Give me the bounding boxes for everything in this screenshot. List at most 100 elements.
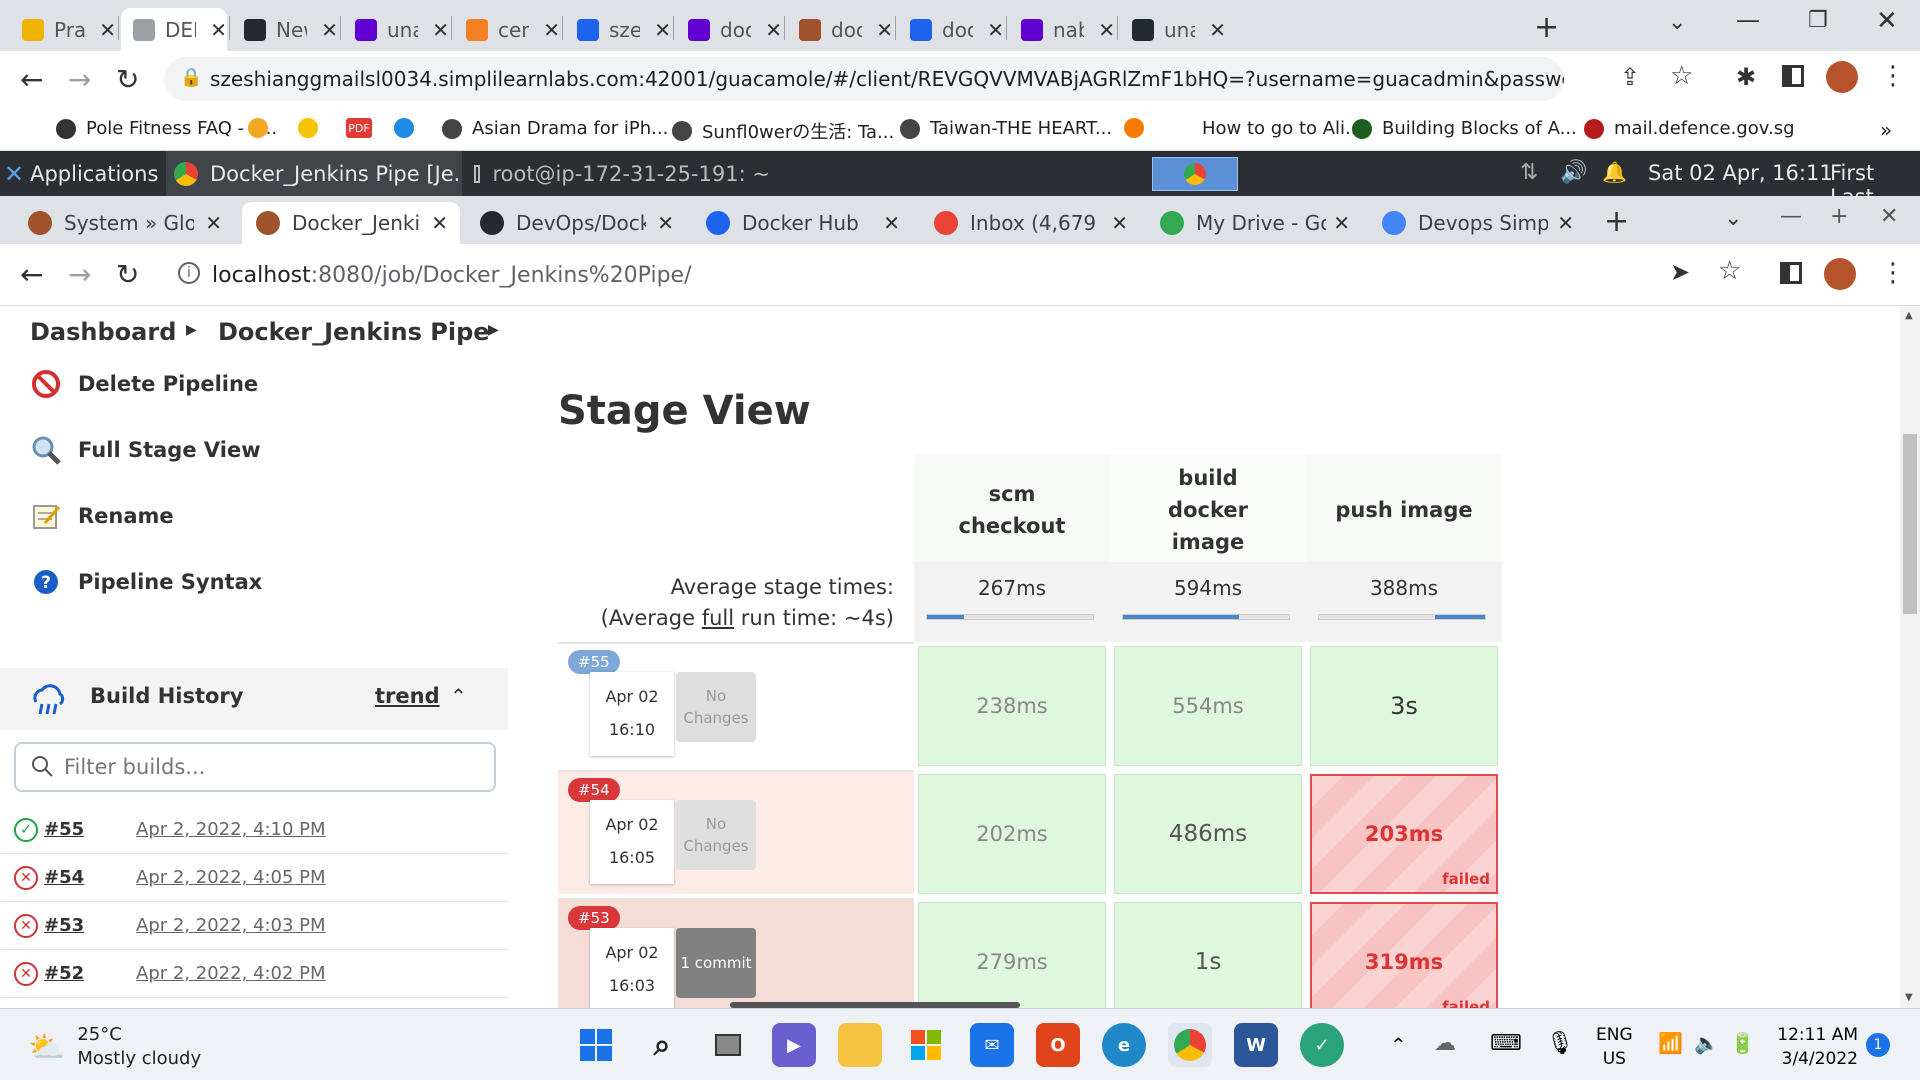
stage-cell[interactable]: 238ms bbox=[918, 646, 1106, 766]
store-icon[interactable] bbox=[904, 1023, 948, 1067]
inner-close-button[interactable]: ✕ bbox=[1880, 204, 1898, 229]
bookmark-item[interactable]: Asian Drama for iPh... bbox=[442, 118, 668, 139]
outer-tab[interactable]: dock ✕ bbox=[676, 8, 782, 51]
tab-close-icon[interactable]: ✕ bbox=[987, 18, 1004, 42]
trend-link[interactable]: trend bbox=[375, 684, 440, 708]
stage-cell[interactable]: 279ms bbox=[918, 902, 1106, 1008]
breadcrumb-job[interactable]: Docker_Jenkins Pipe bbox=[218, 318, 490, 346]
inner-tab[interactable]: My Drive - Gc ✕ bbox=[1146, 202, 1362, 244]
sidebar-item-delete-pipeline[interactable]: Delete Pipeline bbox=[30, 368, 258, 400]
inner-reload-icon[interactable]: ↻ bbox=[116, 258, 139, 291]
scroll-down-arrow[interactable]: ▼ bbox=[1905, 992, 1913, 1003]
language-indicator[interactable]: ENG US bbox=[1596, 1023, 1633, 1071]
outer-tab[interactable]: cento ✕ bbox=[454, 8, 560, 51]
tab-close-icon[interactable]: ✕ bbox=[210, 18, 227, 42]
inner-tab-search-icon[interactable]: ⌄ bbox=[1724, 206, 1742, 231]
bookmark-item[interactable] bbox=[1124, 118, 1154, 138]
stage-cell[interactable]: 3s bbox=[1310, 646, 1498, 766]
panel-window-jenkins[interactable]: Docker_Jenkins Pipe [Je... bbox=[166, 151, 462, 196]
bookmark-item[interactable]: Building Blocks of A... bbox=[1352, 118, 1577, 139]
bookmark-star-icon[interactable]: ☆ bbox=[1670, 61, 1693, 91]
run-row[interactable]: #55 Apr 02 16:10 No Changes bbox=[558, 642, 914, 766]
keyboard-icon[interactable]: ⌨ bbox=[1490, 1031, 1522, 1056]
bookmark-item[interactable] bbox=[298, 118, 328, 138]
page-scrollbar[interactable]: ▲ ▼ bbox=[1900, 306, 1920, 1008]
new-tab-button[interactable]: + bbox=[1534, 10, 1559, 45]
stage-cell[interactable]: 203ms failed bbox=[1310, 774, 1498, 894]
bookmarks-overflow-icon[interactable]: » bbox=[1880, 118, 1892, 142]
microphone-icon[interactable]: 🎙 bbox=[1546, 1031, 1574, 1056]
outer-tab[interactable]: DEFA ✕ bbox=[121, 8, 227, 51]
build-date-link[interactable]: Apr 2, 2022, 4:05 PM bbox=[136, 867, 326, 888]
bookmark-item[interactable]: Sunfl0werの生活: Ta... bbox=[672, 118, 894, 144]
sidebar-item-pipeline-syntax[interactable]: ? Pipeline Syntax bbox=[30, 566, 262, 598]
panel-window-terminal[interactable]: root@ip-172-31-25-191: ~ bbox=[470, 151, 770, 196]
tab-close-icon[interactable]: ✕ bbox=[876, 18, 893, 42]
tab-close-icon[interactable]: ✕ bbox=[431, 211, 448, 235]
inner-side-panel-icon[interactable] bbox=[1780, 262, 1802, 284]
tab-close-icon[interactable]: ✕ bbox=[1111, 211, 1128, 235]
chat-icon[interactable]: ▶ bbox=[772, 1023, 816, 1067]
panel-clock[interactable]: Sat 02 Apr, 16:11 bbox=[1648, 161, 1833, 185]
tab-close-icon[interactable]: ✕ bbox=[1098, 18, 1115, 42]
inner-maximize-button[interactable]: + bbox=[1830, 204, 1848, 229]
build-date-link[interactable]: Apr 2, 2022, 4:03 PM bbox=[136, 915, 326, 936]
restore-button[interactable]: ❐ bbox=[1808, 8, 1828, 33]
sidebar-item-full-stage-view[interactable]: Full Stage View bbox=[30, 434, 261, 466]
bookmark-item[interactable]: How to go to Ali... bbox=[1172, 118, 1362, 139]
bookmark-item[interactable]: Pole Fitness FAQ - L... bbox=[56, 118, 277, 139]
minimize-button[interactable]: — bbox=[1736, 6, 1760, 34]
stage-cell[interactable]: 319ms failed bbox=[1310, 902, 1498, 1008]
inner-minimize-button[interactable]: — bbox=[1780, 204, 1802, 229]
stage-cell[interactable]: 486ms bbox=[1114, 774, 1302, 894]
stage-cell[interactable]: 202ms bbox=[918, 774, 1106, 894]
inner-tab[interactable]: Docker Hub ✕ bbox=[692, 202, 912, 244]
outer-tab[interactable]: unab ✕ bbox=[343, 8, 449, 51]
build-number-link[interactable]: #54 bbox=[44, 867, 84, 888]
run-row[interactable]: #54 Apr 02 16:05 No Changes bbox=[558, 770, 914, 894]
back-icon[interactable]: ← bbox=[20, 63, 43, 96]
bookmark-item[interactable]: mail.defence.gov.sg bbox=[1584, 118, 1795, 139]
weather-widget[interactable]: ⛅ 25°C Mostly cloudy bbox=[28, 1023, 201, 1071]
tab-close-icon[interactable]: ✕ bbox=[1209, 18, 1226, 42]
outer-tab[interactable]: unab ✕ bbox=[1120, 8, 1226, 51]
tab-close-icon[interactable]: ✕ bbox=[1557, 211, 1574, 235]
word-icon[interactable]: W bbox=[1234, 1023, 1278, 1067]
notification-bell-icon[interactable]: 🔔 bbox=[1602, 160, 1627, 184]
run-badge[interactable]: #54 bbox=[568, 778, 620, 802]
run-changes[interactable]: No Changes bbox=[676, 672, 756, 742]
inner-forward-icon[interactable]: → bbox=[68, 258, 91, 291]
build-date-link[interactable]: Apr 2, 2022, 4:02 PM bbox=[136, 963, 326, 984]
inner-new-tab-button[interactable]: + bbox=[1604, 204, 1629, 239]
chrome-taskbar-icon[interactable] bbox=[1168, 1023, 1212, 1067]
tab-close-icon[interactable]: ✕ bbox=[99, 18, 116, 42]
tab-close-icon[interactable]: ✕ bbox=[543, 18, 560, 42]
filter-builds-input[interactable]: Filter builds... bbox=[14, 742, 496, 792]
inner-tab[interactable]: Devops Simp ✕ bbox=[1368, 202, 1586, 244]
bookmark-item[interactable]: Taiwan-THE HEART... bbox=[900, 118, 1112, 139]
task-view-icon[interactable] bbox=[706, 1023, 750, 1067]
mail-icon[interactable]: ✉ bbox=[970, 1023, 1014, 1067]
run-row[interactable]: #53 Apr 02 16:03 1 commit bbox=[558, 898, 914, 1008]
inner-tab[interactable]: System » Glo ✕ bbox=[14, 202, 234, 244]
outer-address-bar[interactable]: 🔒 szeshianggmailsl0034.simplilearnlabs.c… bbox=[164, 57, 1564, 101]
edge-icon[interactable]: e bbox=[1102, 1023, 1146, 1067]
build-number-link[interactable]: #52 bbox=[44, 963, 84, 984]
tab-close-icon[interactable]: ✕ bbox=[432, 18, 449, 42]
build-number-link[interactable]: #55 bbox=[44, 819, 84, 840]
profile-avatar[interactable] bbox=[1826, 61, 1858, 93]
outer-tab[interactable]: New ✕ bbox=[232, 8, 338, 51]
outer-tab[interactable]: nable ✕ bbox=[1009, 8, 1115, 51]
build-date-link[interactable]: Apr 2, 2022, 4:10 PM bbox=[136, 819, 326, 840]
network-icon[interactable]: ⇅ bbox=[1520, 160, 1538, 185]
inner-back-icon[interactable]: ← bbox=[20, 258, 43, 291]
sidebar-item-rename[interactable]: Rename bbox=[30, 500, 174, 532]
inner-menu-icon[interactable]: ⋮ bbox=[1880, 258, 1906, 288]
start-icon[interactable] bbox=[574, 1023, 618, 1067]
bookmark-item[interactable] bbox=[394, 118, 424, 138]
run-badge[interactable]: #55 bbox=[568, 650, 620, 674]
outer-tab[interactable]: dock ✕ bbox=[787, 8, 893, 51]
applications-menu[interactable]: ✕ Applications bbox=[4, 160, 158, 188]
scrollbar-thumb[interactable] bbox=[1903, 434, 1917, 614]
stage-cell[interactable]: 1s bbox=[1114, 902, 1302, 1008]
